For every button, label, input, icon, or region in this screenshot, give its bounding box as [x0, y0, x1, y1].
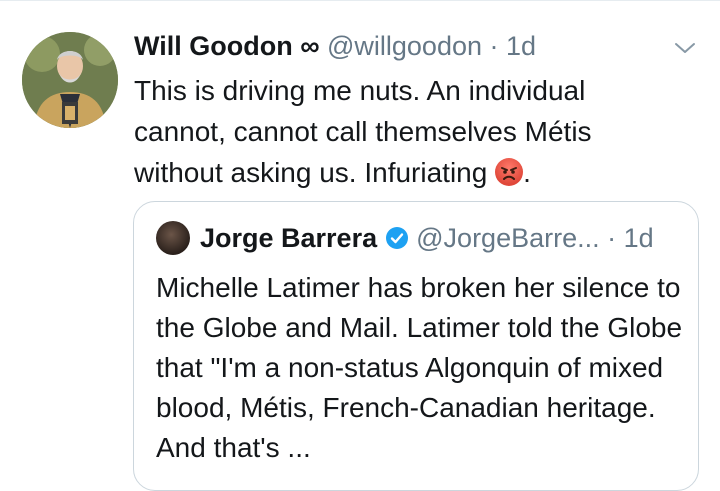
quoted-separator-dot: · — [607, 223, 617, 253]
quoted-tweet-header: Jorge Barrera @JorgeBarre... · 1d — [200, 220, 654, 256]
verified-badge-icon — [385, 227, 408, 249]
separator-dot: · — [489, 31, 499, 61]
quoted-author-handle[interactable]: @JorgeBarre... — [416, 223, 599, 253]
tweet-time[interactable]: 1d — [506, 31, 536, 61]
author-name[interactable]: Will Goodon — [134, 31, 293, 61]
chevron-down-icon[interactable] — [673, 36, 697, 60]
tweet-body: This is driving me nuts. An individual c… — [134, 70, 654, 193]
quoted-tweet-card[interactable]: Jorge Barrera @JorgeBarre... · 1d Michel… — [133, 201, 699, 491]
quoted-tweet-time[interactable]: 1d — [624, 223, 654, 253]
quoted-author-name[interactable]: Jorge Barrera — [200, 223, 377, 253]
tweet-text-end: . — [523, 157, 531, 188]
pouting-face-emoji — [495, 158, 524, 186]
quoted-avatar[interactable] — [156, 221, 190, 255]
avatar[interactable] — [22, 32, 118, 128]
top-divider — [0, 0, 720, 1]
author-name-badge: ∞ — [300, 31, 320, 61]
tweet-header: Will Goodon ∞ @willgoodon · 1d — [134, 28, 536, 64]
quoted-tweet-text: Michelle Latimer has broken her silence … — [156, 272, 683, 463]
avatar-photo — [22, 32, 118, 128]
author-handle[interactable]: @willgoodon — [327, 31, 482, 61]
